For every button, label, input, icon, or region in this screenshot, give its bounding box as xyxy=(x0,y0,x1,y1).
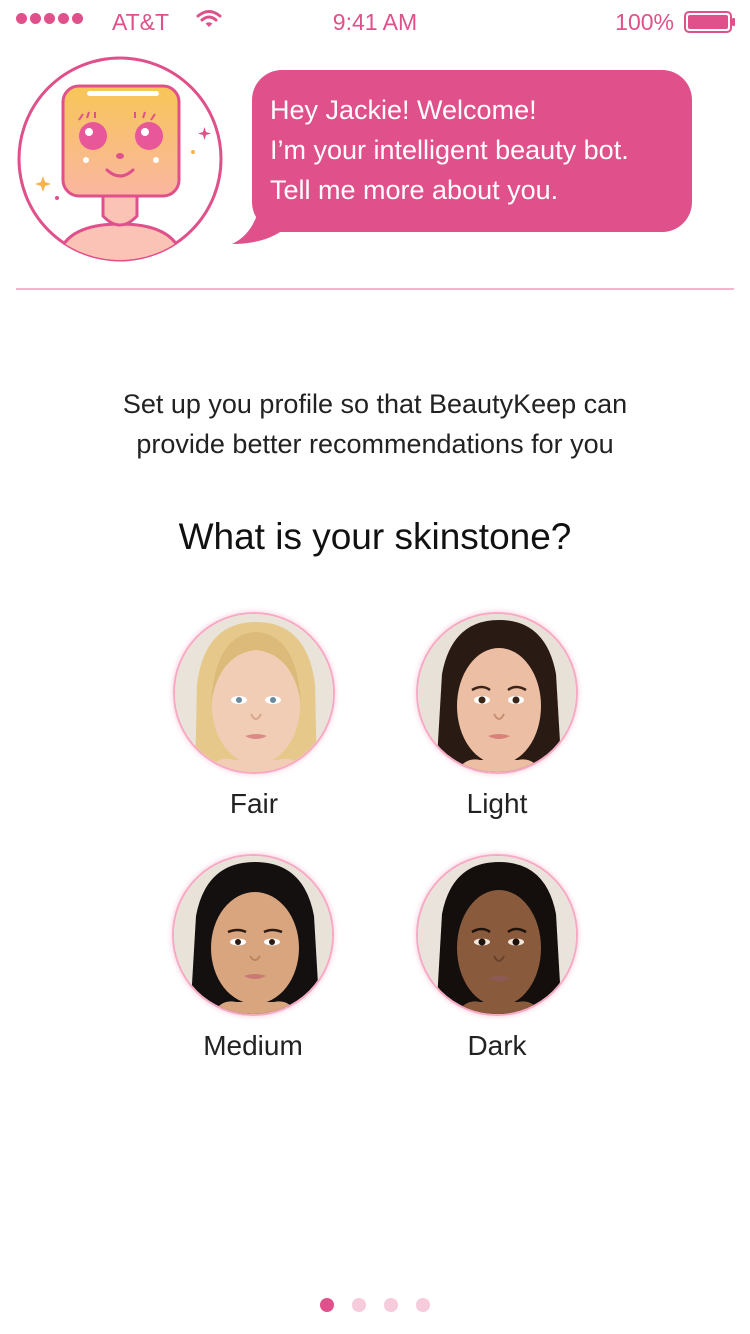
fair-skin-face[interactable] xyxy=(173,612,335,774)
dark-skin-face[interactable] xyxy=(416,854,578,1016)
skin-option-dark[interactable]: Dark xyxy=(412,854,582,1062)
skin-option-label: Dark xyxy=(467,1030,527,1061)
page-dot-4[interactable] xyxy=(416,1298,430,1312)
bot-message-bubble: Hey Jackie! Welcome! I’m your intelligen… xyxy=(232,70,694,246)
skin-option-light[interactable]: Light xyxy=(412,612,582,820)
battery-percentage: 100% xyxy=(615,9,674,35)
page-indicator xyxy=(0,1298,750,1312)
page-dot-3[interactable] xyxy=(384,1298,398,1312)
skin-tone-question: What is your skinstone? xyxy=(178,516,572,557)
page-dot-2[interactable] xyxy=(352,1298,366,1312)
skin-option-label: Fair xyxy=(229,788,279,819)
status-bar: AT&T 9:41 AM 100% xyxy=(0,0,750,42)
profile-intro-text: Set up you profile so that BeautyKeep ca… xyxy=(122,389,628,459)
skin-option-fair[interactable]: Fair xyxy=(169,612,339,820)
skin-option-label: Medium xyxy=(203,1030,303,1061)
battery-icon xyxy=(684,11,735,33)
header-divider xyxy=(16,288,734,290)
bot-message-text: Hey Jackie! Welcome! I’m your intelligen… xyxy=(270,95,629,205)
skin-option-medium[interactable]: Medium xyxy=(168,854,338,1062)
page-dot-1[interactable] xyxy=(320,1298,334,1312)
beauty-bot-avatar-icon xyxy=(17,56,223,262)
light-skin-face[interactable] xyxy=(416,612,578,774)
skin-option-label: Light xyxy=(466,788,528,819)
medium-skin-face[interactable] xyxy=(172,854,334,1016)
